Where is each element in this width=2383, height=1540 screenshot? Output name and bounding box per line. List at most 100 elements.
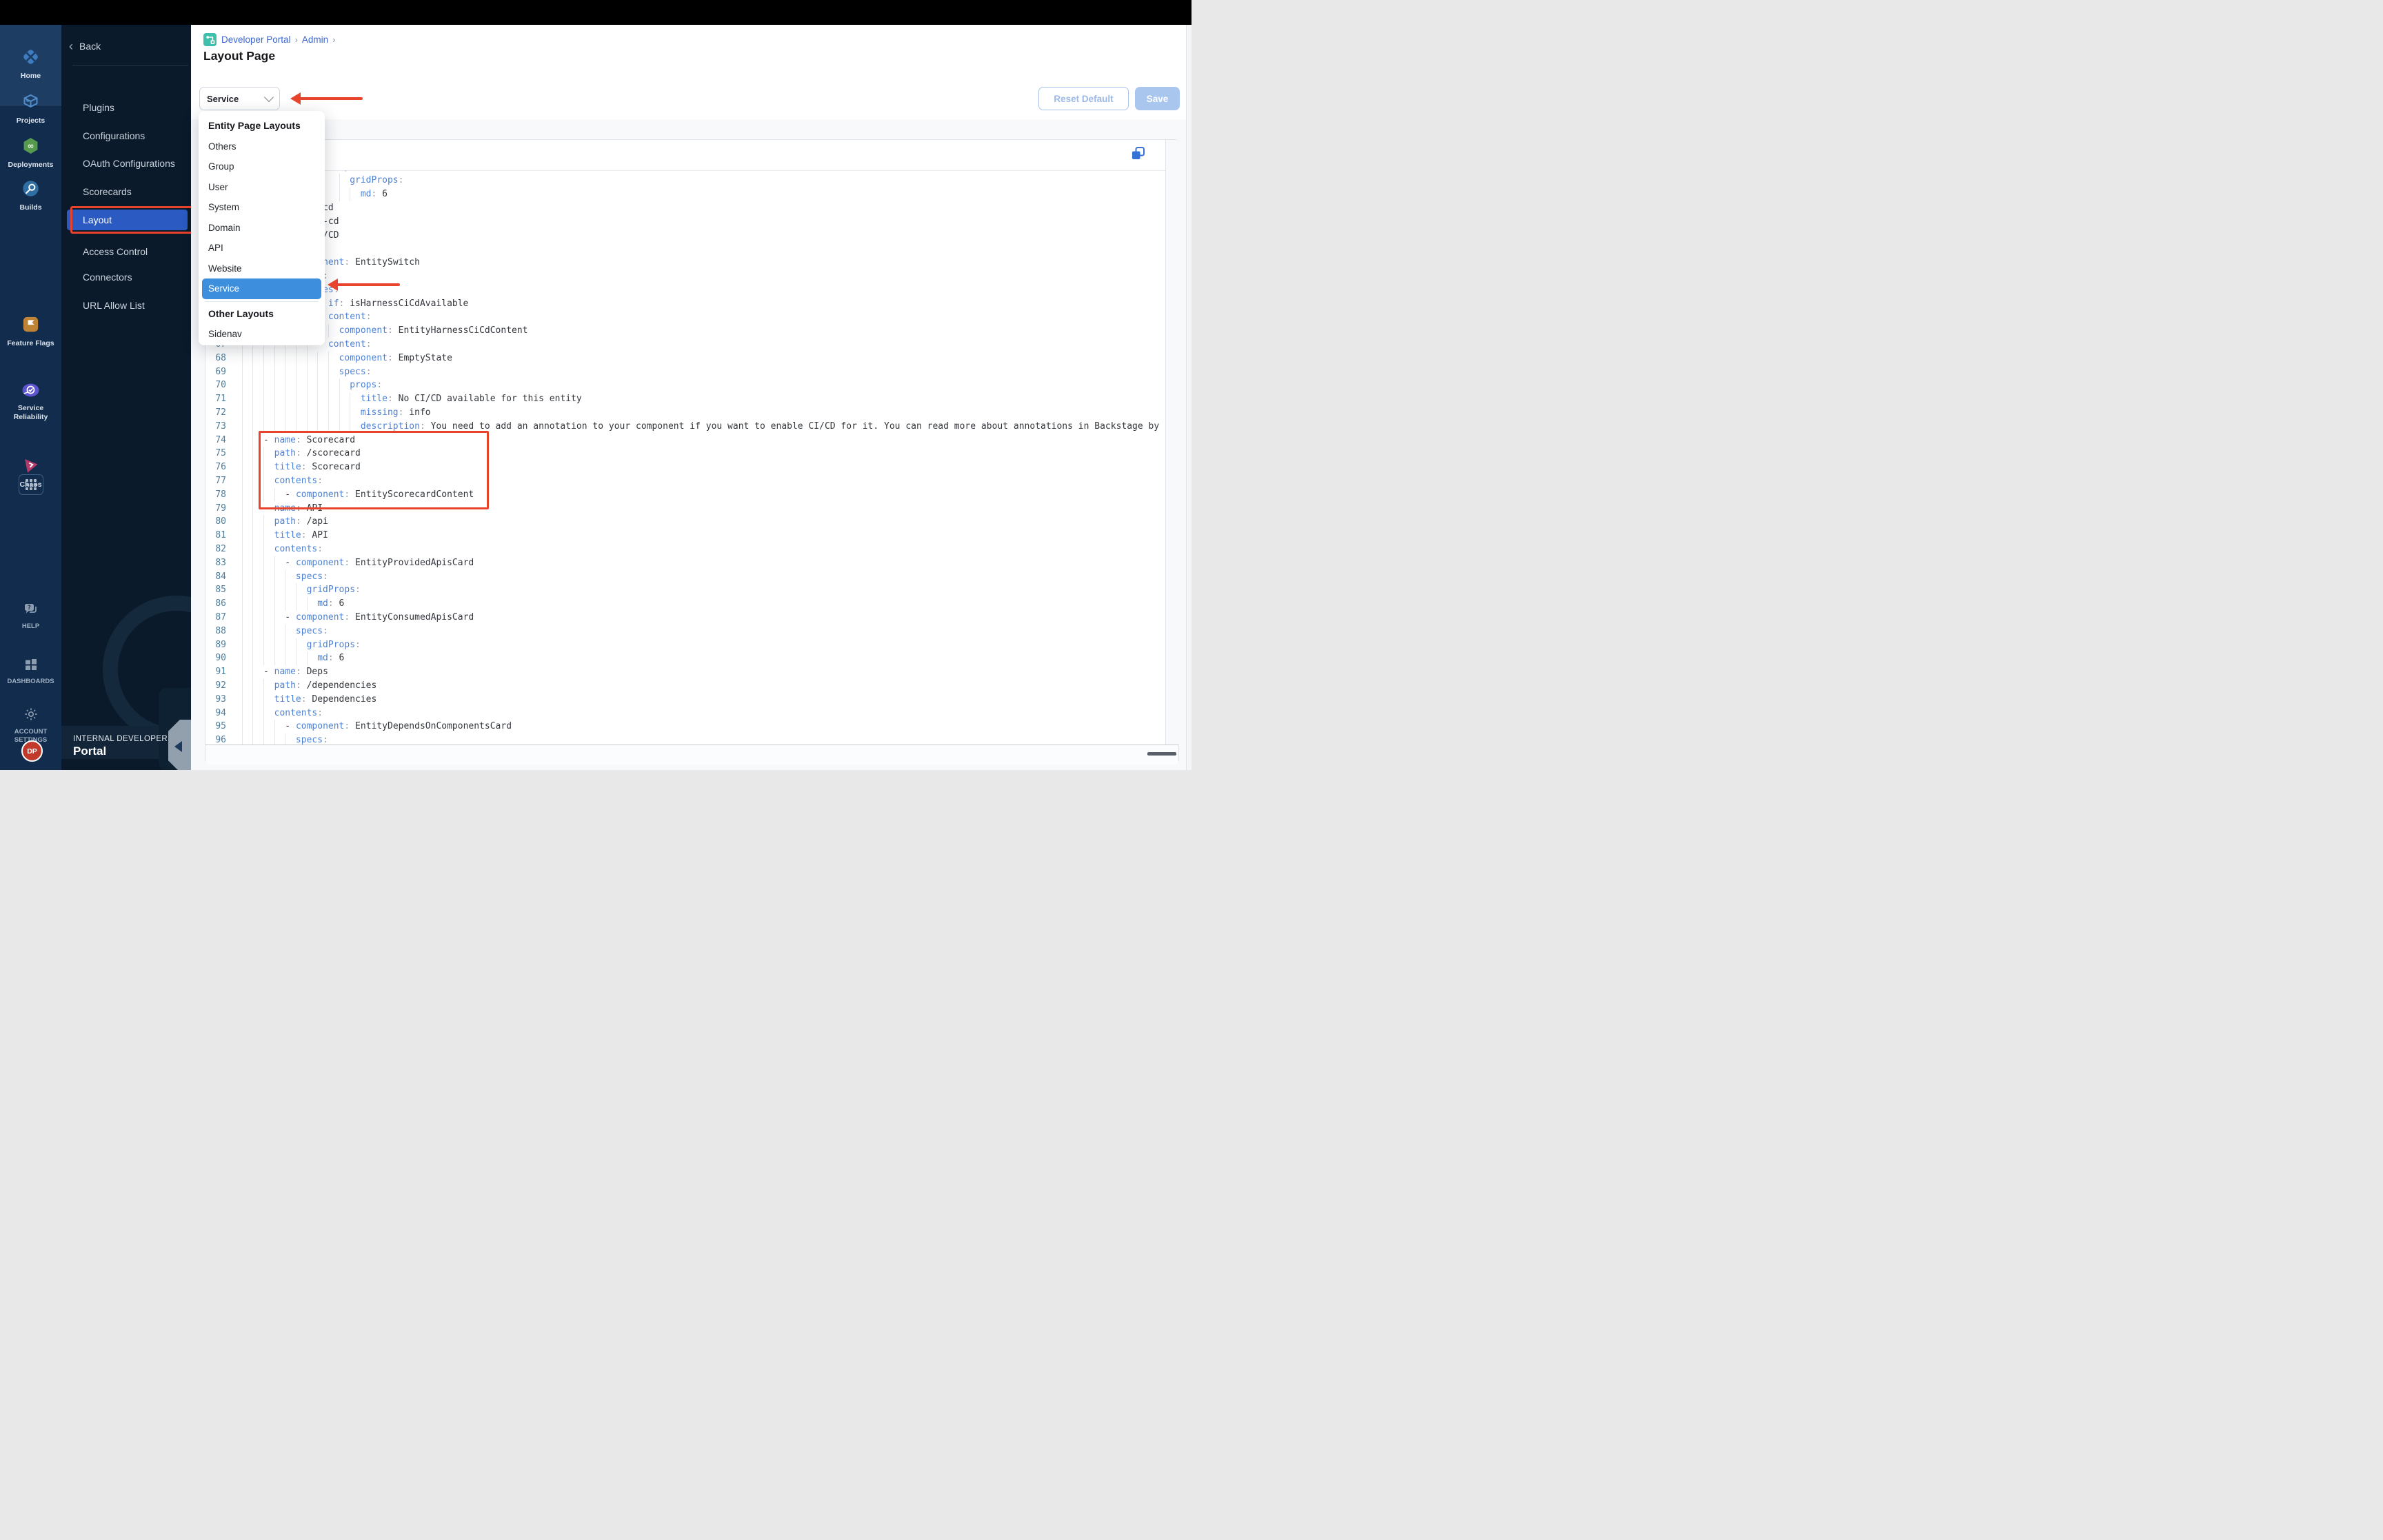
code-line-75[interactable]: 75 path: /scorecard bbox=[205, 447, 1165, 460]
code-line-83[interactable]: 83 - component: EntityProvidedApisCard bbox=[205, 556, 1165, 570]
line-content: - name: API bbox=[263, 503, 323, 514]
admin-nav-item-scorecards[interactable]: Scorecards bbox=[61, 181, 191, 202]
code-line-73[interactable]: 73 description: You need to add an annot… bbox=[205, 420, 1165, 434]
code-line-65[interactable]: 65 content: bbox=[205, 310, 1165, 324]
code-line-95[interactable]: 95 - component: EntityDependsOnComponent… bbox=[205, 720, 1165, 733]
sidebar-item-feature-flags[interactable]: Feature Flags bbox=[0, 315, 61, 348]
breadcrumb-admin[interactable]: Admin bbox=[302, 34, 328, 45]
editor-vertical-scrollbar[interactable] bbox=[1165, 140, 1179, 744]
admin-nav-item-url-allow-list[interactable]: URL Allow List bbox=[61, 295, 191, 316]
save-button[interactable]: Save bbox=[1135, 87, 1180, 110]
help-icon: ? bbox=[23, 604, 39, 620]
code-line-79[interactable]: 79 - name: API bbox=[205, 502, 1165, 516]
menu-item-domain[interactable]: Domain bbox=[199, 218, 325, 239]
copy-icon[interactable] bbox=[1130, 145, 1147, 162]
code-line-60[interactable]: 60 contents: bbox=[205, 242, 1165, 256]
menu-item-service[interactable]: Service bbox=[202, 278, 321, 299]
yaml-code-area[interactable]: 54 specs:55 gridProps:56 md: 657 - name:… bbox=[205, 170, 1165, 744]
horizontal-scrollbar-thumb[interactable] bbox=[1147, 752, 1176, 756]
code-line-77[interactable]: 77 contents: bbox=[205, 474, 1165, 488]
code-line-88[interactable]: 88 specs: bbox=[205, 625, 1165, 638]
entity-type-select[interactable]: Service bbox=[199, 87, 280, 110]
code-line-63[interactable]: 63 cases: bbox=[205, 283, 1165, 297]
code-line-59[interactable]: 59 title: CI/CD bbox=[205, 229, 1165, 243]
menu-item-user[interactable]: User bbox=[199, 177, 325, 198]
code-line-87[interactable]: 87 - component: EntityConsumedApisCard bbox=[205, 611, 1165, 625]
code-line-72[interactable]: 72 missing: info bbox=[205, 406, 1165, 420]
line-number: 94 bbox=[215, 707, 226, 718]
admin-nav-item-plugins[interactable]: Plugins bbox=[61, 97, 191, 118]
sidebar-item-projects[interactable]: Projects bbox=[0, 92, 61, 125]
menu-item-others[interactable]: Others bbox=[199, 136, 325, 157]
code-line-92[interactable]: 92 path: /dependencies bbox=[205, 679, 1165, 693]
page-scrollbar[interactable] bbox=[1186, 25, 1192, 770]
code-line-84[interactable]: 84 specs: bbox=[205, 570, 1165, 584]
code-line-70[interactable]: 70 props: bbox=[205, 378, 1165, 392]
sidebar-item-account-settings[interactable]: ACCOUNT SETTINGS bbox=[0, 706, 61, 744]
back-button[interactable]: ‹ Back bbox=[69, 38, 101, 54]
code-line-76[interactable]: 76 title: Scorecard bbox=[205, 460, 1165, 474]
admin-nav-item-access-control[interactable]: Access Control bbox=[61, 241, 191, 262]
user-avatar[interactable]: DP bbox=[21, 740, 43, 762]
code-line-67[interactable]: 67 - content: bbox=[205, 338, 1165, 352]
code-line-64[interactable]: 64 - if: isHarnessCiCdAvailable bbox=[205, 297, 1165, 311]
line-content: contents: bbox=[274, 707, 323, 718]
code-line-80[interactable]: 80 path: /api bbox=[205, 515, 1165, 529]
code-line-58[interactable]: 58 path: /ci-cd bbox=[205, 215, 1165, 229]
sidebar-item-builds[interactable]: Builds bbox=[0, 179, 61, 212]
line-number: 91 bbox=[215, 667, 226, 678]
code-line-61[interactable]: 61 - component: EntitySwitch bbox=[205, 256, 1165, 270]
code-line-55[interactable]: 55 gridProps: bbox=[205, 174, 1165, 188]
code-line-71[interactable]: 71 title: No CI/CD available for this en… bbox=[205, 392, 1165, 406]
code-line-91[interactable]: 91 - name: Deps bbox=[205, 665, 1165, 679]
code-line-68[interactable]: 68 component: EmptyState bbox=[205, 352, 1165, 365]
code-line-69[interactable]: 69 specs: bbox=[205, 365, 1165, 379]
sidebar-item-service-reliability[interactable]: Service Reliability bbox=[0, 382, 61, 421]
dashboards-icon bbox=[23, 659, 39, 675]
admin-nav-item-connectors[interactable]: Connectors bbox=[61, 267, 191, 287]
code-line-57[interactable]: 57 - name: ci-cd bbox=[205, 201, 1165, 215]
deployments-icon: ∞ bbox=[21, 138, 40, 158]
code-line-89[interactable]: 89 gridProps: bbox=[205, 638, 1165, 652]
menu-item-api[interactable]: API bbox=[199, 238, 325, 259]
line-content: specs: bbox=[339, 366, 372, 377]
menu-item-sidenav[interactable]: Sidenav bbox=[199, 324, 325, 345]
admin-nav-item-layout[interactable]: Layout bbox=[67, 206, 191, 234]
sidebar-item-deployments[interactable]: ∞ Deployments bbox=[0, 136, 61, 170]
code-line-78[interactable]: 78 - component: EntityScorecardContent bbox=[205, 488, 1165, 502]
code-line-86[interactable]: 86 md: 6 bbox=[205, 597, 1165, 611]
reset-default-button[interactable]: Reset Default bbox=[1038, 87, 1129, 110]
menu-group-header: Entity Page Layouts bbox=[208, 120, 301, 131]
code-line-96[interactable]: 96 specs: bbox=[205, 733, 1165, 744]
code-line-94[interactable]: 94 contents: bbox=[205, 707, 1165, 720]
code-line-56[interactable]: 56 md: 6 bbox=[205, 188, 1165, 201]
code-line-90[interactable]: 90 md: 6 bbox=[205, 651, 1165, 665]
code-line-62[interactable]: 62 specs: bbox=[205, 270, 1165, 283]
sidebar-item-home[interactable]: Home bbox=[0, 48, 61, 81]
grid-icon bbox=[26, 479, 37, 490]
sidebar-item-help[interactable]: ? HELP bbox=[0, 602, 61, 631]
menu-item-group[interactable]: Group bbox=[199, 156, 325, 177]
admin-nav-item-configurations[interactable]: Configurations bbox=[61, 125, 191, 146]
admin-sidebar: ‹ Back Plugins Configurations OAuth Config… bbox=[61, 25, 191, 770]
code-line-85[interactable]: 85 gridProps: bbox=[205, 583, 1165, 597]
sidebar-item-dashboards[interactable]: DASHBOARDS bbox=[0, 657, 61, 686]
line-content: path: /scorecard bbox=[274, 448, 361, 459]
code-line-81[interactable]: 81 title: API bbox=[205, 529, 1165, 543]
line-number: 95 bbox=[215, 721, 226, 732]
code-line-66[interactable]: 66 component: EntityHarnessCiCdContent bbox=[205, 324, 1165, 338]
code-line-93[interactable]: 93 title: Dependencies bbox=[205, 693, 1165, 707]
code-line-82[interactable]: 82 contents: bbox=[205, 543, 1165, 556]
menu-item-website[interactable]: Website bbox=[199, 259, 325, 279]
builds-icon bbox=[21, 181, 40, 201]
line-content: title: Dependencies bbox=[274, 693, 377, 705]
sidebar-item-label: Builds bbox=[19, 203, 42, 212]
line-number: 68 bbox=[215, 352, 226, 363]
admin-nav-item-oauth-configurations[interactable]: OAuth Configurations bbox=[61, 153, 191, 174]
menu-item-system[interactable]: System bbox=[199, 197, 325, 218]
editor-horizontal-scrollbar[interactable] bbox=[205, 744, 1178, 764]
module-browser-button[interactable] bbox=[19, 474, 43, 495]
code-line-74[interactable]: 74 - name: Scorecard bbox=[205, 434, 1165, 447]
menu-group-header: Other Layouts bbox=[208, 307, 274, 319]
breadcrumb-developer-portal[interactable]: Developer Portal bbox=[221, 34, 291, 45]
